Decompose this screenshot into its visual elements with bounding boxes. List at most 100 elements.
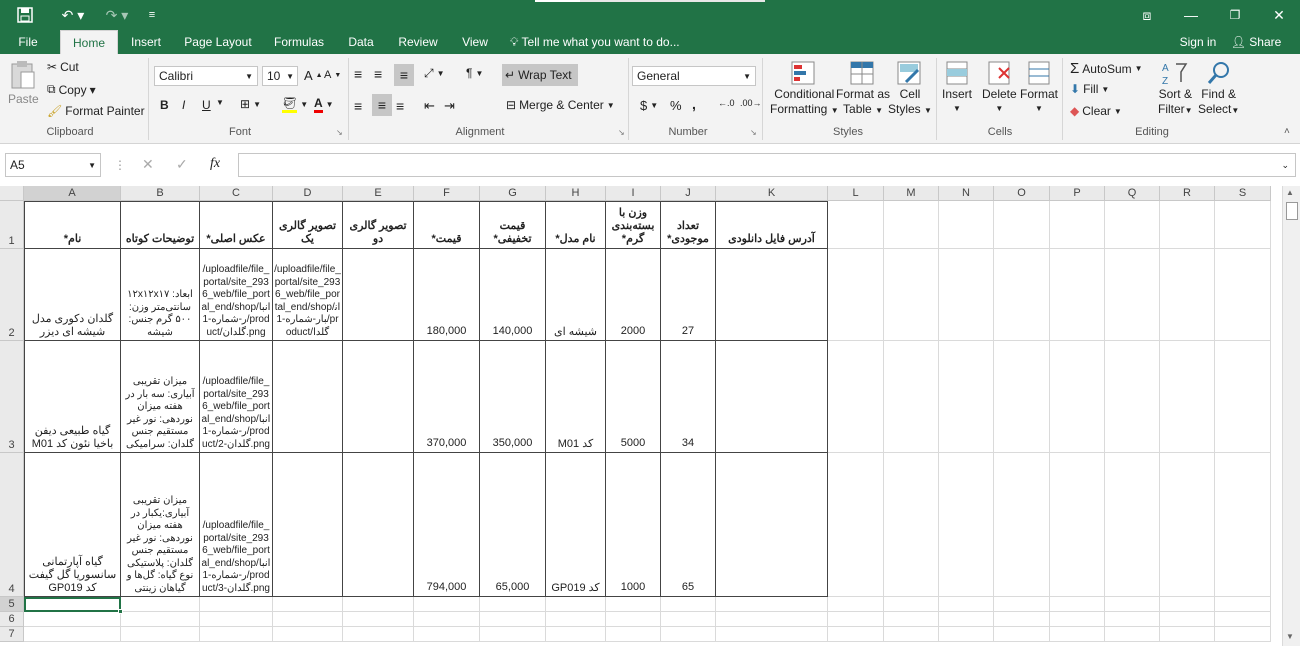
cell[interactable] [546,612,606,627]
decrease-indent-icon[interactable]: ⇤ [424,98,435,114]
cell[interactable] [200,627,273,642]
cell[interactable] [200,612,273,627]
header-cell[interactable]: آدرس فایل دانلودی [716,201,828,249]
tab-home[interactable]: Home [60,30,118,54]
data-cell-f[interactable]: 180,000 [414,249,480,341]
column-header-i[interactable]: I [606,186,661,201]
cell[interactable] [716,597,828,612]
cell[interactable] [939,627,994,642]
cell[interactable] [546,627,606,642]
column-header-e[interactable]: E [343,186,414,201]
cell[interactable] [828,453,884,597]
dialog-launcher-icon[interactable]: ↘ [750,128,757,137]
cell[interactable] [480,597,546,612]
header-cell[interactable]: توضیحات کوتاه [121,201,200,249]
header-cell[interactable]: تعداد موجودی* [661,201,716,249]
column-header-o[interactable]: O [994,186,1050,201]
tab-page-layout[interactable]: Page Layout [180,30,256,54]
chevron-down-icon[interactable]: ▼ [216,98,224,107]
cell[interactable] [546,597,606,612]
data-cell-g[interactable]: 350,000 [480,341,546,453]
increase-font-icon[interactable]: A ▲ [304,68,323,83]
format-cells-button[interactable]: Format ▼ [1020,60,1058,116]
column-header-c[interactable]: C [200,186,273,201]
cell[interactable] [1050,612,1105,627]
tab-formulas[interactable]: Formulas [270,30,328,54]
align-top-icon[interactable]: ≡ [354,66,362,82]
cell[interactable] [1105,597,1160,612]
cell[interactable] [1160,341,1215,453]
data-cell-h[interactable]: شیشه ای [546,249,606,341]
row-header-4[interactable]: 4 [0,453,24,597]
data-cell-e[interactable] [343,453,414,597]
cell[interactable] [828,201,884,249]
cell[interactable] [828,597,884,612]
quick-access-menu-icon[interactable]: ≡ [144,4,160,26]
dialog-launcher-icon[interactable]: ↘ [336,128,343,137]
tab-review[interactable]: Review [394,30,442,54]
data-cell-a[interactable]: گلدان دکوری مدل شیشه ای دیزر [24,249,121,341]
font-name-select[interactable]: Calibri ▼ [154,66,258,86]
find-select-button[interactable]: Find & Select▼ [1198,60,1239,118]
row-header-1[interactable]: 1 [0,201,24,249]
column-header-b[interactable]: B [121,186,200,201]
conditional-formatting-button[interactable]: Conditional Formatting ▼ [770,60,839,118]
cell[interactable] [1160,201,1215,249]
data-cell-j[interactable]: 65 [661,453,716,597]
align-right-icon[interactable]: ≡ [396,98,404,114]
undo-icon[interactable]: ↶ ▾ [56,4,90,26]
data-cell-d[interactable] [273,453,343,597]
cell[interactable] [994,627,1050,642]
save-icon[interactable] [14,4,36,26]
number-format-select[interactable]: General ▼ [632,66,756,86]
cell[interactable] [414,627,480,642]
cell[interactable] [1050,453,1105,597]
header-cell[interactable]: تصویر گالری یک [273,201,343,249]
cut-button[interactable]: ✂ Cut [47,60,79,74]
cell[interactable] [939,453,994,597]
cell[interactable] [24,627,121,642]
cell[interactable] [121,597,200,612]
cell[interactable] [1160,597,1215,612]
header-cell[interactable]: قیمت* [414,201,480,249]
column-header-r[interactable]: R [1160,186,1215,201]
redo-icon[interactable]: ↷ ▾ [100,4,134,26]
row-header-7[interactable]: 7 [0,627,24,642]
row-header-6[interactable]: 6 [0,612,24,627]
data-cell-k[interactable] [716,341,828,453]
data-cell-e[interactable] [343,249,414,341]
cell[interactable] [1215,341,1271,453]
align-center-icon[interactable]: ≡ [372,94,392,116]
cell[interactable] [606,627,661,642]
paste-button[interactable]: Paste [8,60,39,106]
data-cell-i[interactable]: 5000 [606,341,661,453]
sign-in-link[interactable]: Sign in [1176,30,1220,54]
cell[interactable] [200,597,273,612]
data-cell-d[interactable]: /uploadfile/file_portal/site_2936_web/fi… [273,249,343,341]
cell[interactable] [939,612,994,627]
data-cell-b[interactable]: میزان تقریبی آبیاری: سه بار در هفته میزا… [121,341,200,453]
data-cell-d[interactable] [273,341,343,453]
wrap-text-button[interactable]: ↵ Wrap Text [502,64,578,86]
cell[interactable] [884,249,939,341]
data-cell-g[interactable]: 140,000 [480,249,546,341]
restore-icon[interactable]: ❐ [1222,4,1248,26]
increase-decimal-icon[interactable]: ←.0 [718,98,735,108]
cell[interactable] [273,627,343,642]
cell[interactable] [828,249,884,341]
cancel-icon[interactable]: ✕ [142,156,154,173]
fill-color-icon[interactable]: 🪣︎ ▼ [282,96,308,113]
cell[interactable] [661,612,716,627]
data-cell-a[interactable]: گیاه آپارتمانی سانسوریا گل گیفت کد GP019 [24,453,121,597]
data-cell-e[interactable] [343,341,414,453]
cell[interactable] [414,612,480,627]
data-cell-a[interactable]: گیاه طبیعی دیفن باخیا نئون کد M01 [24,341,121,453]
column-header-l[interactable]: L [828,186,884,201]
cell[interactable] [1215,612,1271,627]
align-middle-icon[interactable]: ≡ [374,66,382,82]
cell[interactable] [994,249,1050,341]
cell[interactable] [1105,201,1160,249]
align-bottom-icon[interactable]: ≡ [394,64,414,86]
cell[interactable] [1050,341,1105,453]
data-cell-h[interactable]: کد M01 [546,341,606,453]
